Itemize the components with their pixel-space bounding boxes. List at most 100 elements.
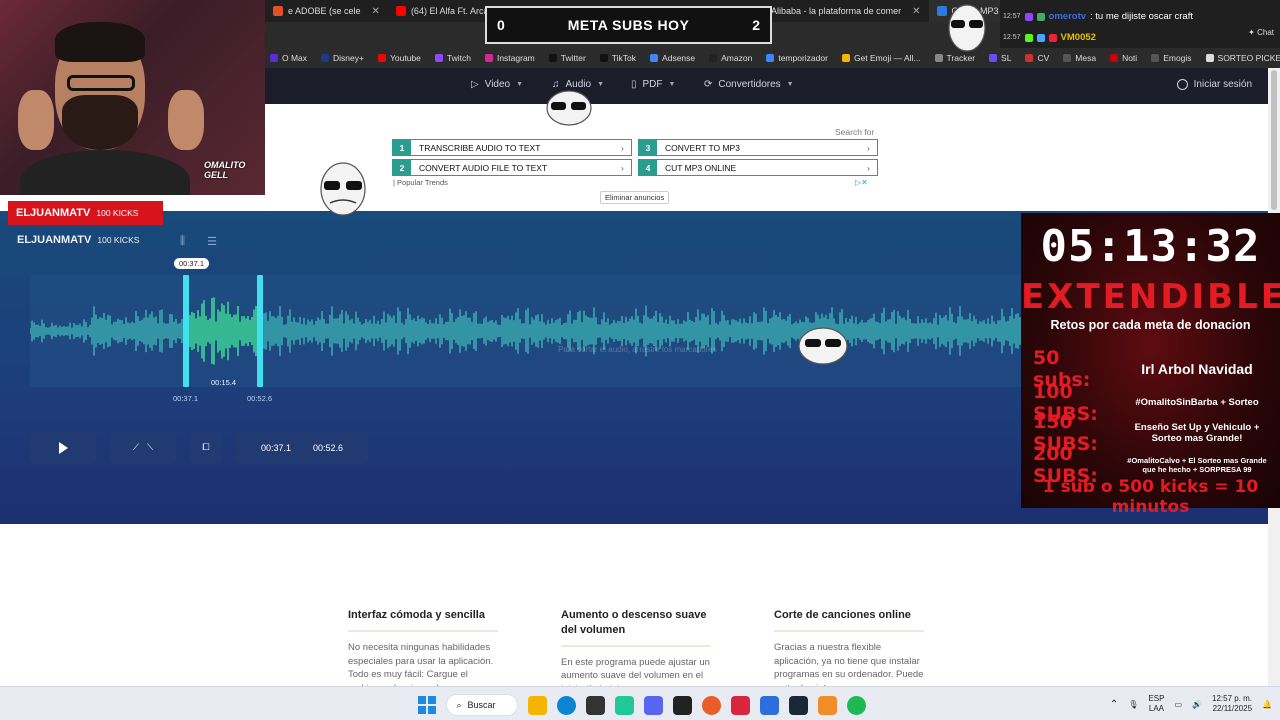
- sunglasses-face-sticker-icon: [546, 90, 592, 126]
- bookmark-item[interactable]: CV: [1020, 53, 1054, 63]
- close-icon[interactable]: ✕: [372, 6, 380, 17]
- app-icon[interactable]: [585, 695, 605, 715]
- browser-tab[interactable]: Alibaba - la plataforma de comer ✕: [748, 0, 928, 22]
- adchoices-icon[interactable]: ▷✕: [855, 178, 868, 187]
- start-handle[interactable]: [183, 275, 189, 387]
- epic-games-icon[interactable]: [672, 695, 692, 715]
- trim-button[interactable]: ⧠: [190, 431, 222, 464]
- feature-card: Corte de canciones online Gracias a nues…: [774, 608, 924, 689]
- ad-text: TRANSCRIBE AUDIO TO TEXT: [419, 142, 541, 153]
- ad-area: Search for 1 TRANSCRIBE AUDIO TO TEXT › …: [265, 104, 1268, 211]
- play-button[interactable]: [30, 431, 96, 464]
- microphone-icon[interactable]: 🎙: [1128, 700, 1138, 709]
- bookmark-item[interactable]: Youtube: [373, 53, 426, 63]
- bookmark-item[interactable]: Emogis: [1146, 53, 1196, 63]
- remove-ads-button[interactable]: Eliminar anuncios: [600, 191, 670, 204]
- badge-icon: [1024, 33, 1033, 42]
- bookmark-item[interactable]: Noti: [1105, 53, 1142, 63]
- ad-popular-trends[interactable]: | Popular Trends: [393, 178, 448, 187]
- app-icon[interactable]: [817, 695, 837, 715]
- app-icon[interactable]: [730, 695, 750, 715]
- start-time-input[interactable]: 00:37.1: [261, 443, 291, 453]
- system-tray: ⌃ 🎙 ESP LAA ▭ 🔊 12:57 p. m. 22/11/2025 🔔: [1110, 692, 1280, 716]
- bookmark-item[interactable]: Tracker: [930, 53, 981, 63]
- volume-icon[interactable]: 🔊: [1192, 700, 1202, 709]
- fade-out-icon[interactable]: ⟍: [147, 442, 153, 453]
- lang-bottom: LAA: [1148, 704, 1165, 713]
- playhead-time: 00:37.1: [174, 258, 210, 269]
- scrollbar-thumb[interactable]: [1271, 70, 1277, 210]
- chevron-up-icon[interactable]: ⌃: [1110, 699, 1118, 710]
- bookmark-label: temporizador: [778, 53, 828, 63]
- bookmark-label: Tracker: [946, 53, 976, 63]
- spotify-icon[interactable]: [846, 695, 866, 715]
- bookmark-item[interactable]: Mesa: [1058, 53, 1101, 63]
- app-icon[interactable]: [701, 695, 721, 715]
- bookmark-item[interactable]: O Max: [265, 53, 312, 63]
- nav-converters[interactable]: ⟳ Convertidores ▼: [704, 79, 794, 90]
- bookmark-label: SORTEO PICKER: [1217, 53, 1280, 63]
- bookmark-item[interactable]: Get Emoji — All...: [837, 53, 926, 63]
- chat-text: : tu me dijiste oscar craft: [1090, 11, 1193, 22]
- ad-link-2[interactable]: 2 CONVERT AUDIO FILE TO TEXT ›: [392, 159, 632, 176]
- nav-video[interactable]: ▷ Video ▼: [471, 79, 523, 90]
- ad-link-1[interactable]: 1 TRANSCRIBE AUDIO TO TEXT ›: [392, 139, 632, 156]
- bookmark-item[interactable]: TikTok: [595, 53, 641, 63]
- signin-link[interactable]: Iniciar sesión: [1176, 79, 1252, 90]
- feature-body: No necesita ningunas habilidades especia…: [348, 641, 494, 689]
- waveform[interactable]: Para cortar el audio, arrastre los marca…: [30, 275, 1030, 387]
- webcam-overlay: OMALITO GELL: [0, 0, 265, 195]
- bookmark-label: Instagram: [496, 53, 535, 63]
- clock[interactable]: 12:57 p. m. 22/11/2025: [1212, 694, 1252, 714]
- bookmark-item[interactable]: SL: [984, 53, 1016, 63]
- sliders-icon[interactable]: ☰: [207, 235, 217, 248]
- bookmark-item[interactable]: SORTEO PICKER: [1201, 53, 1280, 63]
- bookmark-item[interactable]: Disney+: [316, 53, 369, 63]
- convert-icon: ⟳: [704, 79, 713, 90]
- app-icon[interactable]: [759, 695, 779, 715]
- app-icon[interactable]: [614, 695, 634, 715]
- bookmarks-bar: O Max Disney+ Youtube Twitch Instagram Twitte…: [265, 48, 1280, 68]
- goal-right-count: 2: [752, 17, 760, 33]
- ad-link-3[interactable]: 3 CONVERT TO MP3 ›: [638, 139, 878, 156]
- fade-in-icon[interactable]: ⟋: [133, 442, 139, 453]
- bookmark-item[interactable]: Twitch: [430, 53, 476, 63]
- notification-icon[interactable]: 🔔: [1262, 700, 1272, 709]
- windows-start-icon[interactable]: [418, 696, 436, 714]
- bookmark-favicon-icon: [650, 54, 659, 62]
- nav-pdf[interactable]: ▯ PDF ▼: [631, 79, 675, 90]
- bookmark-item[interactable]: Instagram: [480, 53, 540, 63]
- language-indicator[interactable]: ESP LAA: [1148, 694, 1164, 713]
- lang-top: ESP: [1148, 694, 1165, 704]
- nav-video-label: Video: [484, 79, 511, 90]
- feature-title: Interfaz cómoda y sencilla: [348, 608, 498, 632]
- end-time-input[interactable]: 00:52.6: [313, 443, 343, 453]
- browser-tab[interactable]: e ADOBE (se cele ✕: [265, 0, 388, 22]
- bookmark-item[interactable]: Amazon: [704, 53, 757, 63]
- ad-number: 2: [393, 160, 411, 175]
- bookmark-item[interactable]: Adsense: [645, 53, 700, 63]
- bookmark-item[interactable]: temporizador: [761, 53, 833, 63]
- end-handle[interactable]: [257, 275, 263, 387]
- chat-time: 12:57: [1003, 13, 1021, 20]
- subs-goal-overlay: 0 META SUBS HOY 2: [485, 6, 772, 44]
- file-explorer-icon[interactable]: [527, 695, 547, 715]
- ad-link-4[interactable]: 4 CUT MP3 ONLINE ›: [638, 159, 878, 176]
- webcam-hand: [168, 90, 204, 150]
- discord-icon[interactable]: [643, 695, 663, 715]
- drag-hint: Para cortar el audio, arrastre los marca…: [558, 345, 717, 354]
- equalizer-icon[interactable]: ⫼: [180, 235, 185, 248]
- selection-duration: 00:15.4: [211, 378, 237, 387]
- ad-number: 4: [639, 160, 657, 175]
- network-icon[interactable]: ▭: [1174, 700, 1182, 709]
- close-icon[interactable]: ✕: [912, 6, 920, 17]
- taskbar-search[interactable]: ⌕ Buscar: [445, 694, 518, 716]
- nav-pdf-label: PDF: [642, 79, 663, 90]
- bookmark-favicon-icon: [934, 54, 943, 62]
- edge-browser-icon[interactable]: [556, 695, 576, 715]
- steam-icon[interactable]: [788, 695, 808, 715]
- bookmark-label: Amazon: [721, 53, 753, 63]
- ad-search-for: Search for: [835, 127, 875, 137]
- chat-button[interactable]: ✦ Chat: [1248, 28, 1274, 37]
- bookmark-item[interactable]: Twitter: [544, 53, 591, 63]
